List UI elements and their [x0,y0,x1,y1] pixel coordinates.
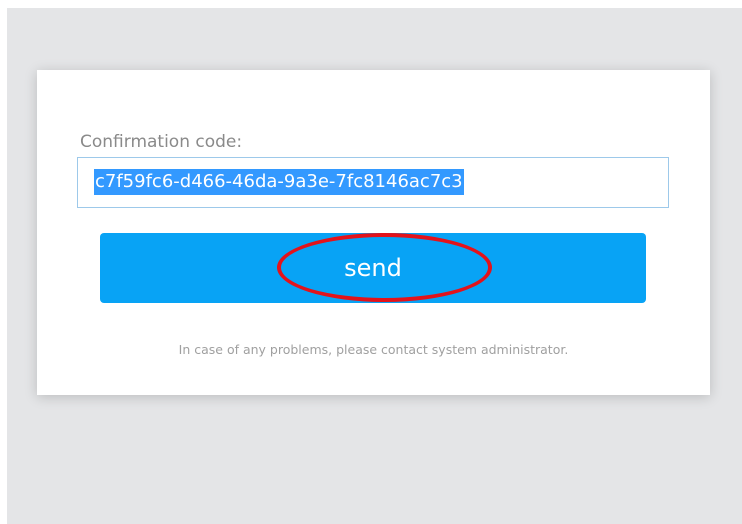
confirmation-code-input[interactable]: c7f59fc6-d466-46da-9a3e-7fc8146ac7c3 [77,157,669,208]
send-button-label: send [344,254,402,282]
confirmation-card: Confirmation code: c7f59fc6-d466-46da-9a… [37,70,710,395]
confirmation-code-label: Confirmation code: [80,132,243,152]
help-text: In case of any problems, please contact … [178,342,569,357]
page-background: Confirmation code: c7f59fc6-d466-46da-9a… [7,8,742,524]
confirmation-code-value: c7f59fc6-d466-46da-9a3e-7fc8146ac7c3 [94,169,464,195]
send-button[interactable]: send [100,233,646,303]
